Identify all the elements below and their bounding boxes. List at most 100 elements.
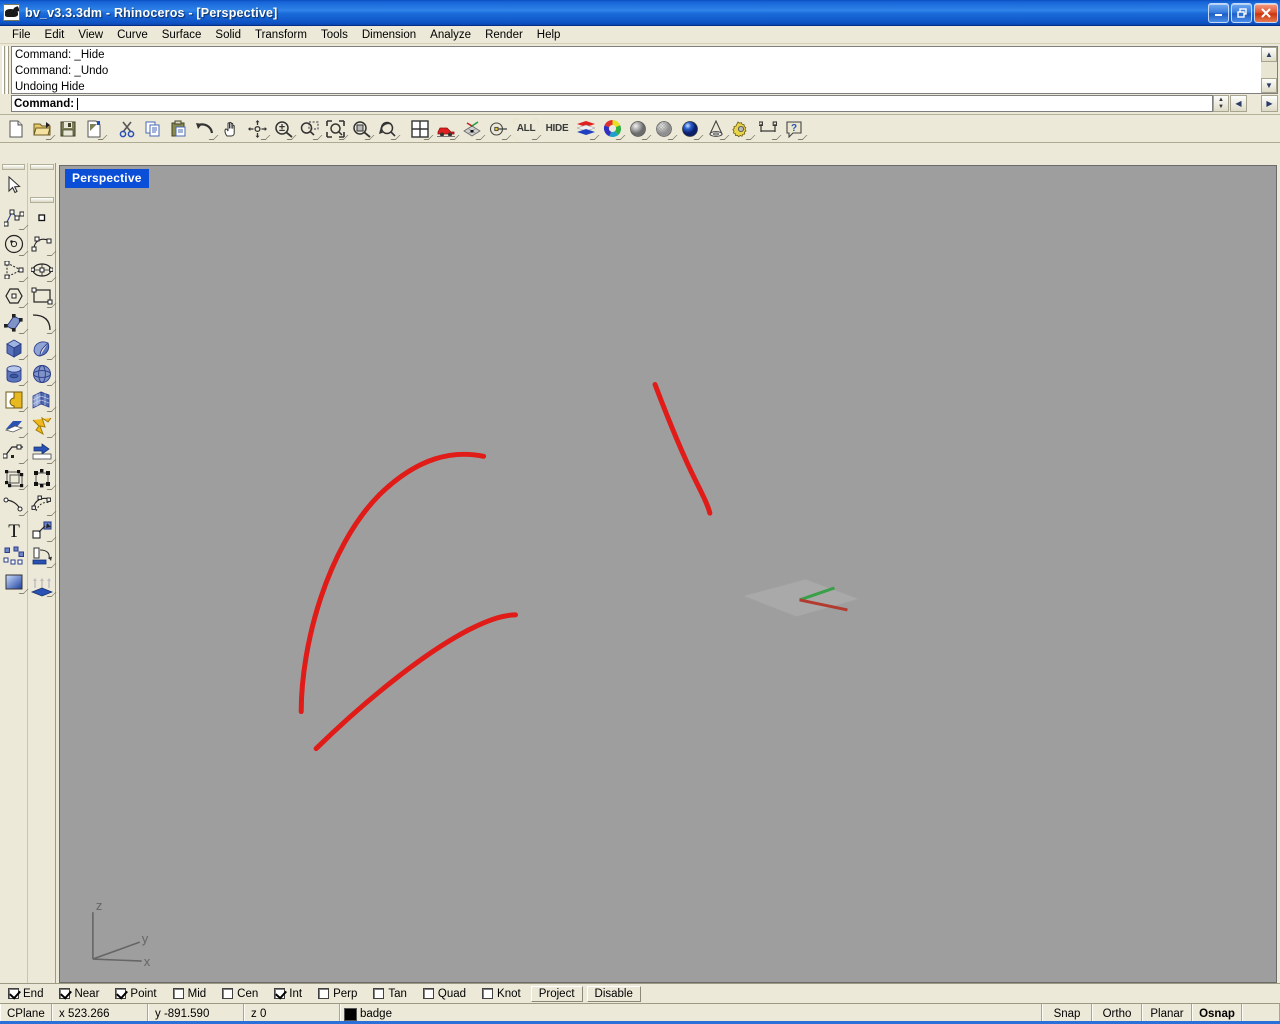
restore-button[interactable] <box>1231 2 1252 23</box>
polyline-icon[interactable] <box>1 205 29 231</box>
hexagon-icon[interactable] <box>1 283 29 309</box>
osnap-cen[interactable]: Cen <box>222 988 258 1000</box>
menu-transform[interactable]: Transform <box>248 28 314 42</box>
menu-analyze[interactable]: Analyze <box>423 28 478 42</box>
osnap-near[interactable]: Near <box>59 988 99 1000</box>
menu-help[interactable]: Help <box>530 28 568 42</box>
show-all-button[interactable]: ALL <box>512 117 542 141</box>
osnap-knot[interactable]: Knot <box>482 988 521 1000</box>
explode-icon[interactable] <box>29 413 57 439</box>
surface-from-curves-icon[interactable] <box>1 309 29 335</box>
osnap-mid-checkbox[interactable] <box>172 988 184 999</box>
point-object-icon[interactable] <box>29 205 55 231</box>
open-file-icon[interactable] <box>30 117 56 141</box>
cylinder-solid-icon[interactable] <box>1 361 29 387</box>
hide-button[interactable]: HIDE <box>542 117 572 141</box>
control-point-curve-icon[interactable] <box>29 231 57 257</box>
scrollbar-track[interactable] <box>1261 62 1277 78</box>
osnap-quad-checkbox[interactable] <box>422 988 434 999</box>
command-input[interactable]: Command: <box>11 95 1213 112</box>
osnap-point-checkbox[interactable] <box>115 988 127 999</box>
arc-icon[interactable] <box>29 309 57 335</box>
osnap-perp[interactable]: Perp <box>318 988 357 1000</box>
menu-edit[interactable]: Edit <box>38 28 72 42</box>
osnap-mid[interactable]: Mid <box>172 988 206 1000</box>
osnap-near-checkbox[interactable] <box>59 988 71 999</box>
rendered-sphere-icon[interactable] <box>678 117 704 141</box>
command-pane-gripper[interactable] <box>2 46 9 94</box>
zoom-extents-icon[interactable] <box>323 117 349 141</box>
ghosted-sphere-icon[interactable] <box>652 117 678 141</box>
circle-icon[interactable] <box>1 231 29 257</box>
osnap-project-button[interactable]: Project <box>530 985 583 1002</box>
array-icon[interactable] <box>1 465 29 491</box>
osnap-int-checkbox[interactable] <box>274 988 286 999</box>
osnap-disable-button[interactable]: Disable <box>586 985 641 1002</box>
layers-icon[interactable] <box>574 117 600 141</box>
offset-curve-icon[interactable] <box>1 439 29 465</box>
spinner-up-icon[interactable]: ▲ <box>1214 96 1228 104</box>
spinner-down-icon[interactable]: ▼ <box>1214 104 1228 112</box>
cut-icon[interactable] <box>115 117 139 141</box>
menu-render[interactable]: Render <box>478 28 530 42</box>
osnap-knot-checkbox[interactable] <box>482 988 494 999</box>
dimension-icon[interactable] <box>756 117 782 141</box>
osnap-tan-checkbox[interactable] <box>373 988 385 999</box>
pan-hand-icon[interactable] <box>219 117 243 141</box>
color-wheel-icon[interactable] <box>600 117 626 141</box>
osnap-end-checkbox[interactable] <box>8 988 19 999</box>
spotlight-icon[interactable] <box>704 117 730 141</box>
scroll-left-arrow-icon[interactable]: ◀ <box>1230 95 1247 112</box>
scroll-down-arrow-icon[interactable]: ▼ <box>1261 78 1277 93</box>
boolean-difference-icon[interactable] <box>1 387 29 413</box>
menu-view[interactable]: View <box>71 28 110 42</box>
command-history[interactable]: Command: _Hide Command: _Undo Undoing Hi… <box>11 46 1261 94</box>
menu-curve[interactable]: Curve <box>110 28 155 42</box>
zoom-previous-icon[interactable] <box>375 117 401 141</box>
shaded-sphere-icon[interactable] <box>626 117 652 141</box>
osnap-end[interactable]: End <box>8 988 43 1000</box>
cap-planar-holes-icon[interactable] <box>1 413 29 439</box>
mesh-plane-icon[interactable] <box>460 117 486 141</box>
options-gear-icon[interactable] <box>730 117 756 141</box>
scroll-up-arrow-icon[interactable]: ▲ <box>1261 47 1277 62</box>
gradient-fill-icon[interactable] <box>1 569 29 595</box>
minimize-button[interactable] <box>1208 2 1229 23</box>
osnap-point[interactable]: Point <box>115 988 157 1000</box>
box-solid-icon[interactable] <box>1 335 29 361</box>
points-scatter-icon[interactable] <box>1 543 27 569</box>
move-object-icon[interactable] <box>29 517 57 543</box>
new-file-icon[interactable] <box>4 117 28 141</box>
layer-color-swatch[interactable] <box>344 1007 357 1021</box>
close-button[interactable] <box>1254 2 1278 23</box>
copy-icon[interactable] <box>141 117 165 141</box>
text-tool-icon[interactable]: T <box>1 517 27 543</box>
zoom-selected-icon[interactable] <box>349 117 375 141</box>
zoom-in-out-icon[interactable] <box>271 117 297 141</box>
render-car-icon[interactable] <box>434 117 460 141</box>
scroll-right-arrow-icon[interactable]: ▶ <box>1261 95 1278 112</box>
polygon-dots-icon[interactable] <box>1 257 29 283</box>
save-file-icon[interactable] <box>56 117 80 141</box>
control-points-on-icon[interactable] <box>29 465 57 491</box>
osnap-cen-checkbox[interactable] <box>222 988 234 999</box>
cplane-icon[interactable] <box>486 117 512 141</box>
command-history-scrollbar[interactable]: ▲ ▼ <box>1261 46 1278 94</box>
command-spinner[interactable]: ▲ ▼ <box>1213 95 1229 112</box>
mesh-object-icon[interactable] <box>29 387 57 413</box>
paste-icon[interactable] <box>167 117 191 141</box>
four-viewport-icon[interactable] <box>408 117 434 141</box>
trim-icon[interactable] <box>29 439 57 465</box>
revolve-icon[interactable] <box>29 543 57 569</box>
menu-dimension[interactable]: Dimension <box>355 28 423 42</box>
palette-gripper-three[interactable] <box>30 197 54 203</box>
help-icon[interactable]: ? <box>782 117 808 141</box>
palette-gripper-two[interactable] <box>30 164 54 170</box>
print-icon[interactable] <box>82 117 108 141</box>
menu-file[interactable]: File <box>5 28 38 42</box>
select-arrow-icon[interactable] <box>1 172 27 198</box>
zoom-window-icon[interactable] <box>297 117 323 141</box>
surface-patch-icon[interactable] <box>29 335 57 361</box>
rectangle-icon[interactable] <box>29 283 57 309</box>
osnap-tan[interactable]: Tan <box>373 988 407 1000</box>
